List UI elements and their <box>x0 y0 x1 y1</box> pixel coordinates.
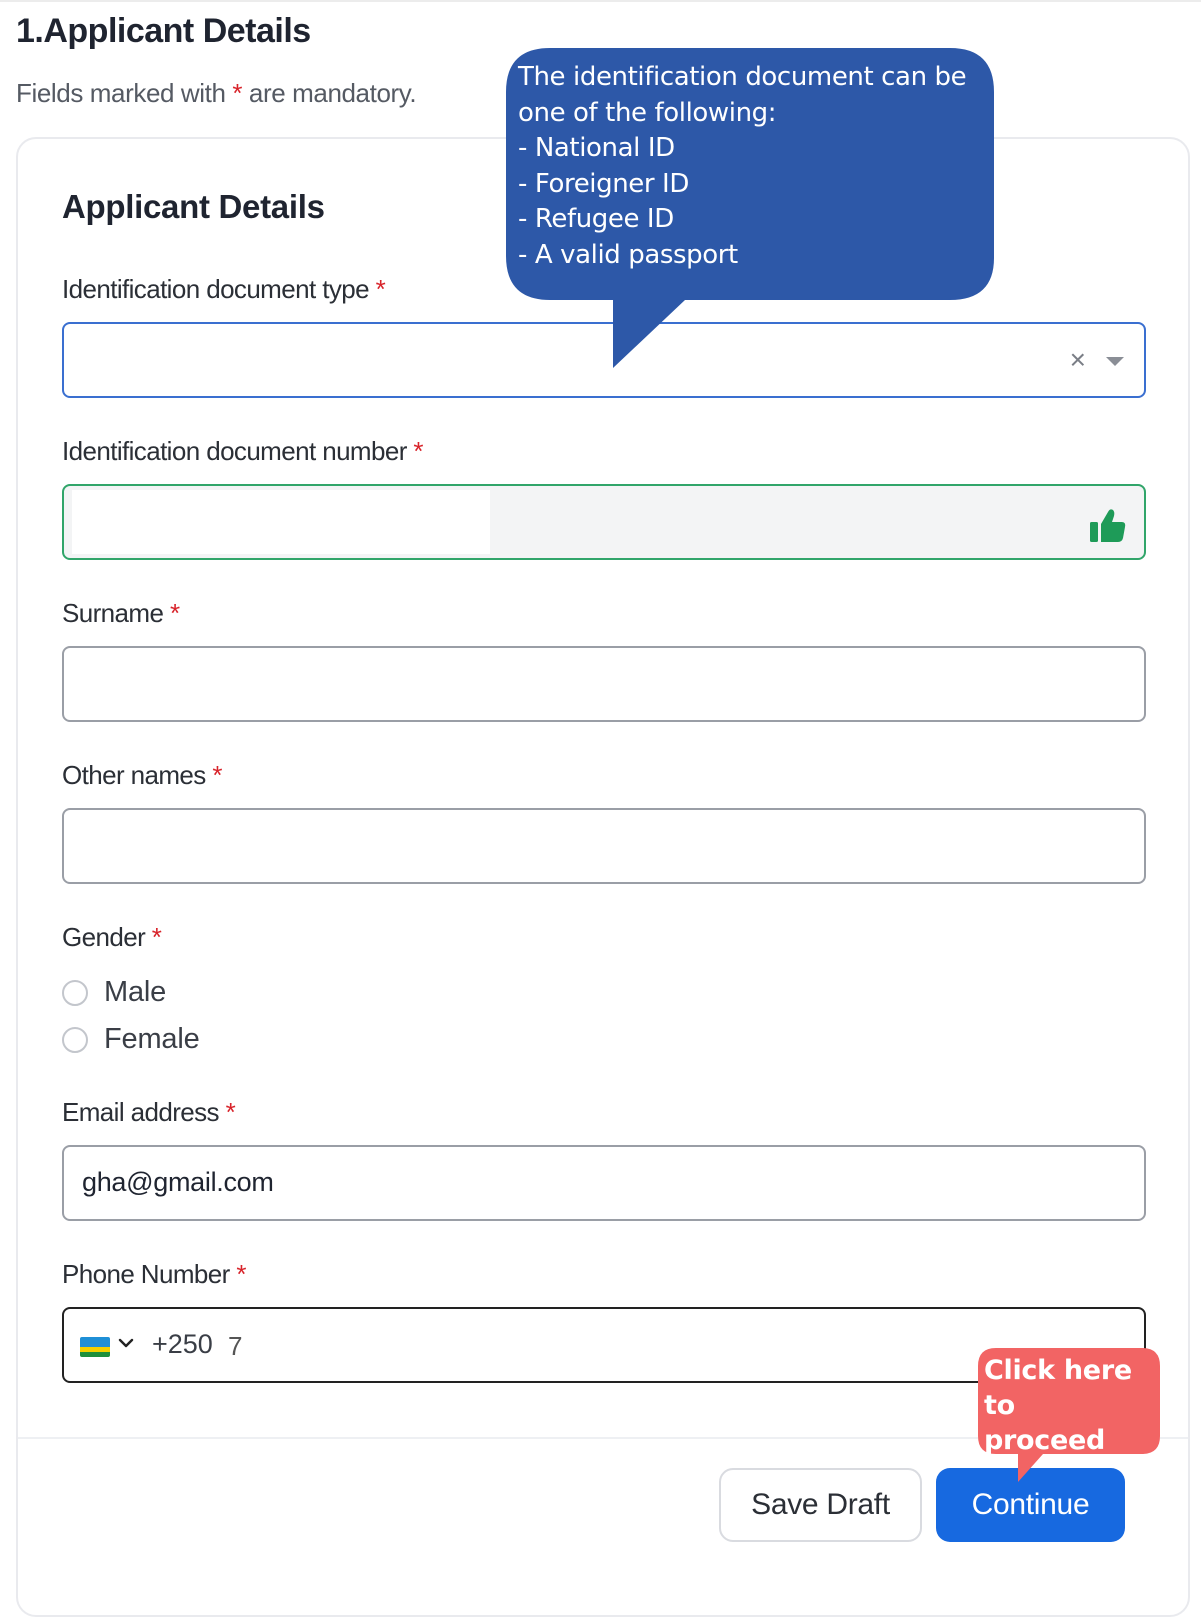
id-number-label-text: Identification document number <box>62 436 407 466</box>
tooltip-line: proceed <box>984 1425 1106 1456</box>
proceed-tooltip: Click here to proceed <box>984 1353 1154 1458</box>
tooltip-line: Click here to <box>984 1355 1132 1421</box>
required-star: * <box>225 1097 236 1127</box>
required-star: * <box>212 760 222 790</box>
surname-input[interactable] <box>62 646 1146 722</box>
mandatory-note-prefix: Fields marked with <box>16 78 226 108</box>
email-input[interactable]: gha@gmail.com <box>62 1145 1146 1221</box>
gender-option-male[interactable]: Male <box>62 976 166 1009</box>
top-divider <box>0 0 1201 2</box>
tooltip-line: one of the following: <box>518 97 777 128</box>
surname-label: Surname * <box>62 598 180 629</box>
radio-male-label[interactable]: Male <box>104 976 166 1009</box>
email-value: gha@gmail.com <box>82 1167 274 1197</box>
required-star: * <box>232 78 243 108</box>
id-number-inner <box>72 490 490 554</box>
other-names-label-text: Other names <box>62 760 206 790</box>
id-number-label: Identification document number * <box>62 436 424 467</box>
page-title: 1.Applicant Details <box>16 12 311 50</box>
email-label-text: Email address <box>62 1097 220 1127</box>
mandatory-note-suffix: are mandatory. <box>248 78 417 108</box>
id-type-label: Identification document type * <box>62 274 386 305</box>
gender-label: Gender * <box>62 922 162 953</box>
required-star: * <box>375 274 386 304</box>
id-help-tooltip: The identification document can be one o… <box>518 60 978 273</box>
mandatory-note: Fields marked with * are mandatory. <box>16 78 417 109</box>
card-title: Applicant Details <box>62 188 325 225</box>
rwanda-flag-icon[interactable] <box>80 1337 110 1357</box>
tooltip-line: - National ID <box>518 133 675 163</box>
continue-button[interactable]: Continue <box>936 1468 1125 1542</box>
caret-down-icon[interactable] <box>1106 357 1124 366</box>
dial-code: +250 <box>152 1329 213 1359</box>
phone-label: Phone Number * <box>62 1259 246 1290</box>
close-icon[interactable]: × <box>1070 344 1086 376</box>
tooltip-line: - Foreigner ID <box>518 168 689 199</box>
tooltip-line: - Refugee ID <box>518 204 674 234</box>
radio-male[interactable] <box>62 979 88 1006</box>
phone-value-partial: 7 <box>228 1331 243 1361</box>
tooltip-line: - A valid passport <box>518 239 738 270</box>
thumbs-up-icon <box>1090 509 1126 542</box>
id-type-select[interactable]: × <box>62 322 1146 398</box>
tooltip-line: The identification document can be <box>518 62 967 92</box>
radio-female-label[interactable]: Female <box>104 1023 200 1056</box>
email-label: Email address * <box>62 1097 236 1128</box>
id-number-input[interactable] <box>62 484 1146 560</box>
chevron-down-icon[interactable] <box>116 1333 136 1353</box>
other-names-label: Other names * <box>62 760 222 791</box>
gender-label-text: Gender <box>62 922 146 952</box>
required-star: * <box>236 1259 246 1289</box>
required-star: * <box>169 598 180 628</box>
save-draft-button[interactable]: Save Draft <box>719 1468 922 1542</box>
id-type-label-text: Identification document type <box>62 274 370 304</box>
gender-option-female[interactable]: Female <box>62 1023 200 1056</box>
phone-label-text: Phone Number <box>62 1259 230 1289</box>
radio-female[interactable] <box>62 1026 88 1053</box>
other-names-input[interactable] <box>62 808 1146 884</box>
required-star: * <box>151 922 162 952</box>
required-star: * <box>413 436 423 466</box>
surname-label-text: Surname <box>62 598 164 628</box>
